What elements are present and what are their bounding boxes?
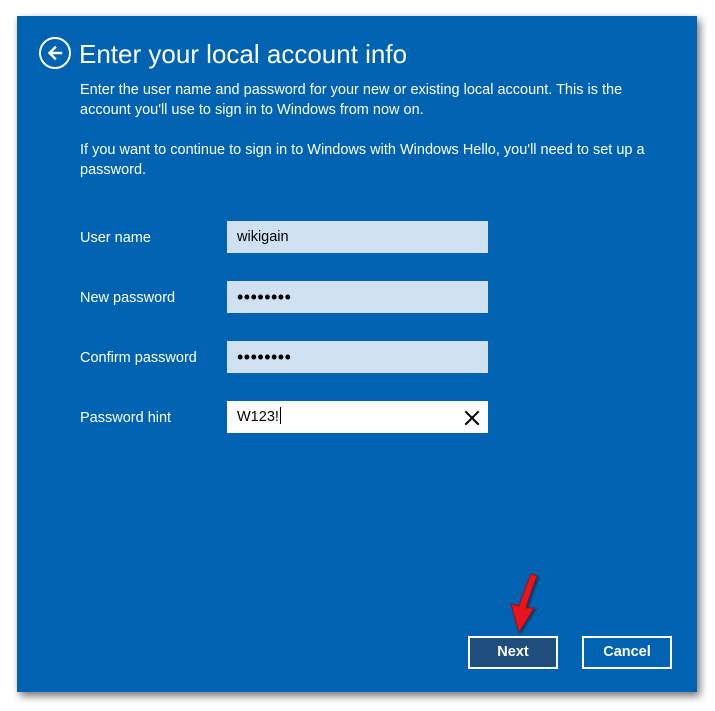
account-setup-dialog: Enter your local account info Enter the … <box>17 16 697 692</box>
page-title: Enter your local account info <box>79 39 408 69</box>
password-hint-label: Password hint <box>80 410 172 426</box>
clear-x-icon <box>464 410 480 426</box>
back-button[interactable] <box>39 37 71 69</box>
confirm-password-label: Confirm password <box>80 350 197 366</box>
next-button[interactable]: Next <box>468 636 558 669</box>
username-field[interactable]: wikigain <box>227 221 488 253</box>
description-paragraph-2: If you want to continue to sign in to Wi… <box>80 142 645 178</box>
description-paragraph-1: Enter the user name and password for you… <box>80 82 623 118</box>
username-value: wikigain <box>237 229 289 245</box>
confirm-password-field[interactable]: •••••••• <box>227 341 488 373</box>
red-arrow-icon <box>510 573 538 634</box>
cancel-button[interactable]: Cancel <box>582 636 672 669</box>
new-password-label: New password <box>80 290 176 306</box>
clear-hint-button[interactable] <box>463 408 481 426</box>
password-hint-value: W123! <box>237 409 279 425</box>
text-caret <box>279 407 281 425</box>
back-arrow-icon <box>47 45 63 61</box>
confirm-password-value: •••••••• <box>237 347 292 367</box>
new-password-field[interactable]: •••••••• <box>227 281 488 313</box>
new-password-value: •••••••• <box>237 287 292 307</box>
username-label: User name <box>80 230 151 246</box>
password-hint-field[interactable]: W123! <box>227 401 488 433</box>
